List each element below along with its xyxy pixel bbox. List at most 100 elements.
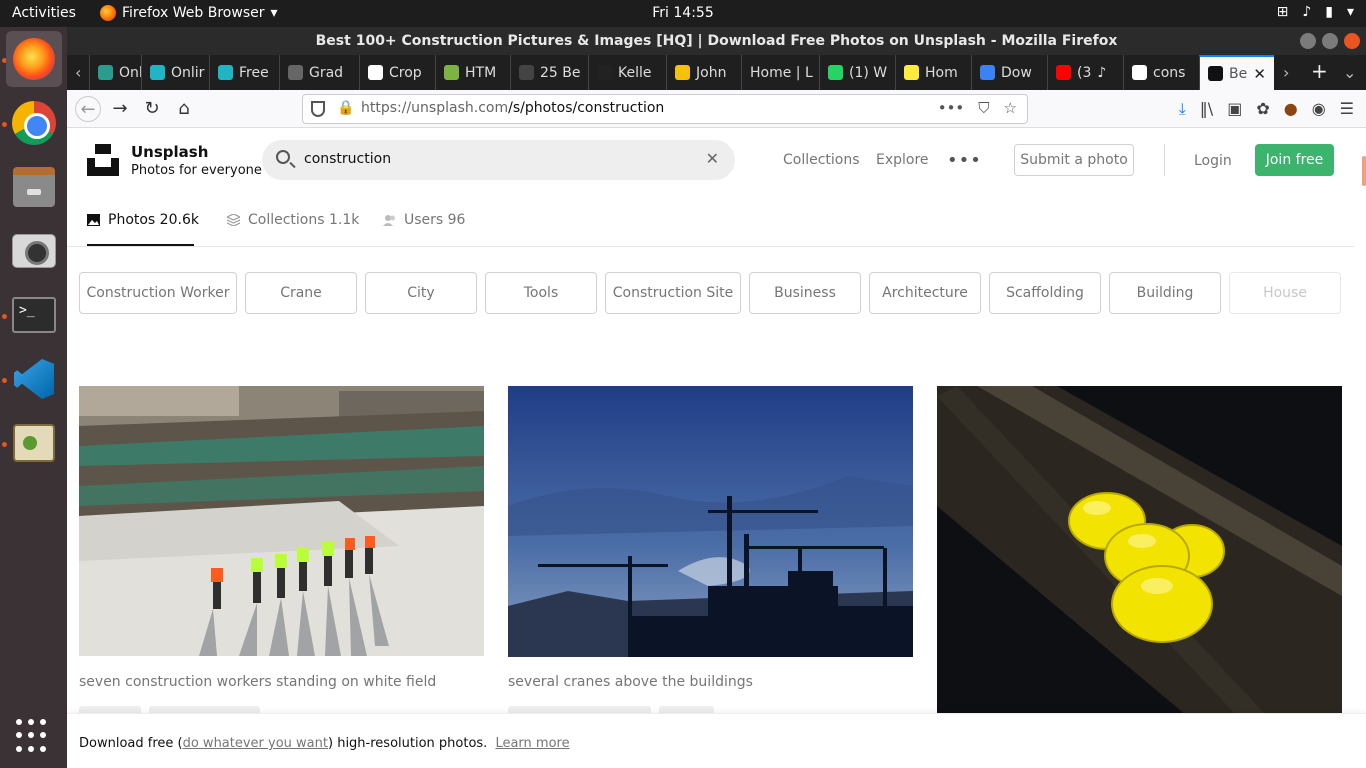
maximize-icon[interactable] bbox=[1322, 33, 1338, 49]
related-chip[interactable]: Tools bbox=[485, 272, 597, 314]
browser-tab[interactable]: Home | L bbox=[741, 55, 819, 90]
sidebar-icon[interactable]: ▣ bbox=[1227, 99, 1242, 119]
extension-icon[interactable]: ✿ bbox=[1256, 99, 1269, 119]
browser-tab[interactable]: John bbox=[666, 55, 741, 90]
nav-explore[interactable]: Explore bbox=[876, 152, 929, 168]
tab-collections[interactable]: Collections 1.1k bbox=[227, 212, 359, 228]
close-tab-icon[interactable]: ✕ bbox=[1253, 65, 1266, 83]
search-query[interactable]: construction bbox=[304, 151, 391, 167]
pocket-icon[interactable]: ⛉ bbox=[978, 99, 989, 117]
reload-icon[interactable]: ↻ bbox=[139, 96, 165, 122]
lock-icon[interactable]: 🔒 bbox=[337, 100, 354, 116]
show-applications-icon[interactable] bbox=[16, 719, 50, 753]
dock-vscode[interactable] bbox=[6, 351, 62, 407]
tab-label: Home | L bbox=[750, 64, 813, 81]
list-all-tabs-icon[interactable]: ⌄ bbox=[1343, 63, 1356, 82]
forward-icon[interactable]: → bbox=[107, 96, 133, 122]
search-input[interactable]: construction ✕ bbox=[262, 140, 735, 180]
home-icon[interactable]: ⌂ bbox=[171, 96, 197, 122]
photo-caption: seven construction workers standing on w… bbox=[79, 674, 437, 690]
tab-favicon bbox=[904, 65, 919, 80]
menu-icon[interactable]: ☰ bbox=[1340, 99, 1354, 119]
related-chip[interactable]: Building bbox=[1109, 272, 1221, 314]
license-link[interactable]: do whatever you want bbox=[183, 736, 328, 751]
browser-tab[interactable]: (1) W bbox=[819, 55, 895, 90]
firefox-icon bbox=[13, 38, 55, 80]
browser-tab[interactable]: (3 ♪ bbox=[1047, 55, 1123, 90]
tab-scroll-right-icon[interactable]: › bbox=[1283, 63, 1289, 82]
nav-collections[interactable]: Collections bbox=[783, 152, 860, 168]
app-menu[interactable]: Firefox Web Browser ▾ bbox=[100, 5, 278, 21]
related-chip[interactable]: Crane bbox=[245, 272, 357, 314]
library-icon[interactable]: ‖\ bbox=[1200, 99, 1213, 119]
tab-label: Dow bbox=[1001, 64, 1032, 81]
brand[interactable]: Unsplash Photos for everyone bbox=[131, 143, 262, 178]
back-icon[interactable]: ← bbox=[75, 96, 101, 122]
tab-label: (1) W bbox=[849, 64, 888, 81]
browser-tab[interactable]: Hom bbox=[895, 55, 971, 90]
navigation-toolbar: ← → ↻ ⌂ 🔒 https://unsplash.com/s/photos/… bbox=[67, 90, 1366, 128]
tab-users[interactable]: Users 96 bbox=[383, 212, 465, 228]
scrollbar-thumb[interactable] bbox=[1362, 156, 1366, 186]
system-tray[interactable]: ⊞ ♪ ▮ ▾ bbox=[1277, 4, 1354, 20]
browser-tab[interactable]: HTM bbox=[435, 55, 510, 90]
url-bar[interactable]: 🔒 https://unsplash.com/s/photos/construc… bbox=[302, 94, 1028, 124]
tracking-protection-icon[interactable] bbox=[311, 101, 325, 117]
dock-firefox[interactable] bbox=[6, 31, 62, 87]
toolbar-actions: ⤓ ‖\ ▣ ✿ ● ◉ ☰ bbox=[1179, 99, 1354, 119]
power-menu-icon[interactable]: ▾ bbox=[1347, 4, 1354, 20]
new-tab-icon[interactable]: + bbox=[1311, 59, 1328, 83]
photo-image bbox=[508, 386, 913, 657]
battery-icon[interactable]: ▮ bbox=[1325, 4, 1333, 20]
join-free-button[interactable]: Join free bbox=[1255, 144, 1334, 176]
browser-tab[interactable]: Dow bbox=[971, 55, 1047, 90]
related-chip[interactable]: Architecture bbox=[869, 272, 981, 314]
related-chip[interactable]: Scaffolding bbox=[989, 272, 1101, 314]
related-chip[interactable]: Construction Site bbox=[605, 272, 741, 314]
tab-scroll-left-icon[interactable]: ‹ bbox=[75, 63, 81, 82]
activities-button[interactable]: Activities bbox=[12, 5, 76, 21]
cookie-extension-icon[interactable]: ● bbox=[1284, 99, 1298, 119]
tab-photos[interactable]: Photos 20.6k bbox=[87, 212, 199, 228]
dock-terminal[interactable]: >_ bbox=[6, 287, 62, 343]
dock-chrome[interactable] bbox=[6, 95, 62, 151]
window-title: Best 100+ Construction Pictures & Images… bbox=[315, 33, 1118, 49]
bookmark-star-icon[interactable]: ☆ bbox=[1004, 99, 1017, 117]
volume-icon[interactable]: ♪ bbox=[1302, 4, 1311, 20]
related-chip[interactable]: Business bbox=[749, 272, 861, 314]
account-icon[interactable]: ◉ bbox=[1312, 99, 1326, 119]
tab-label: cons bbox=[1153, 64, 1186, 81]
browser-tab[interactable]: Onlin bbox=[89, 55, 141, 90]
minimize-icon[interactable] bbox=[1300, 33, 1316, 49]
browser-tab[interactable]: cons bbox=[1123, 55, 1199, 90]
browser-tab[interactable]: Onlir bbox=[141, 55, 209, 90]
browser-tab[interactable]: Grad bbox=[279, 55, 359, 90]
downloads-icon[interactable]: ⤓ bbox=[1179, 99, 1186, 119]
related-chip[interactable]: House bbox=[1229, 272, 1341, 314]
network-icon[interactable]: ⊞ bbox=[1277, 4, 1289, 20]
clear-search-icon[interactable]: ✕ bbox=[706, 149, 719, 168]
related-chip[interactable]: City bbox=[365, 272, 477, 314]
browser-tab[interactable]: Crop bbox=[359, 55, 435, 90]
login-link[interactable]: Login bbox=[1194, 153, 1232, 169]
related-chip[interactable]: Construction Worker bbox=[79, 272, 237, 314]
url-text[interactable]: https://unsplash.com/s/photos/constructi… bbox=[361, 100, 664, 116]
dock-gimp[interactable] bbox=[6, 415, 62, 471]
browser-tab[interactable]: Kelle bbox=[588, 55, 666, 90]
close-window-icon[interactable] bbox=[1344, 33, 1360, 49]
dock-files[interactable] bbox=[6, 159, 62, 215]
submit-photo-button[interactable]: Submit a photo bbox=[1014, 144, 1134, 176]
browser-tab[interactable]: Free bbox=[209, 55, 279, 90]
unsplash-logo-icon[interactable] bbox=[87, 144, 119, 176]
page-actions-icon[interactable]: ••• bbox=[938, 99, 965, 117]
app-menu-label: Firefox Web Browser bbox=[122, 5, 265, 21]
photo-cranes[interactable] bbox=[508, 386, 913, 657]
photo-construction-workers[interactable] bbox=[79, 386, 484, 656]
dock-camera[interactable] bbox=[6, 223, 62, 279]
audio-playing-icon[interactable]: ♪ bbox=[1097, 65, 1106, 81]
browser-tab[interactable]: 25 Be bbox=[510, 55, 588, 90]
photo-hard-hats[interactable] bbox=[937, 386, 1342, 716]
learn-more-link[interactable]: Learn more bbox=[495, 736, 569, 751]
more-menu-icon[interactable]: ••• bbox=[947, 150, 982, 171]
browser-tab-active[interactable]: Be ✕ bbox=[1199, 55, 1274, 90]
